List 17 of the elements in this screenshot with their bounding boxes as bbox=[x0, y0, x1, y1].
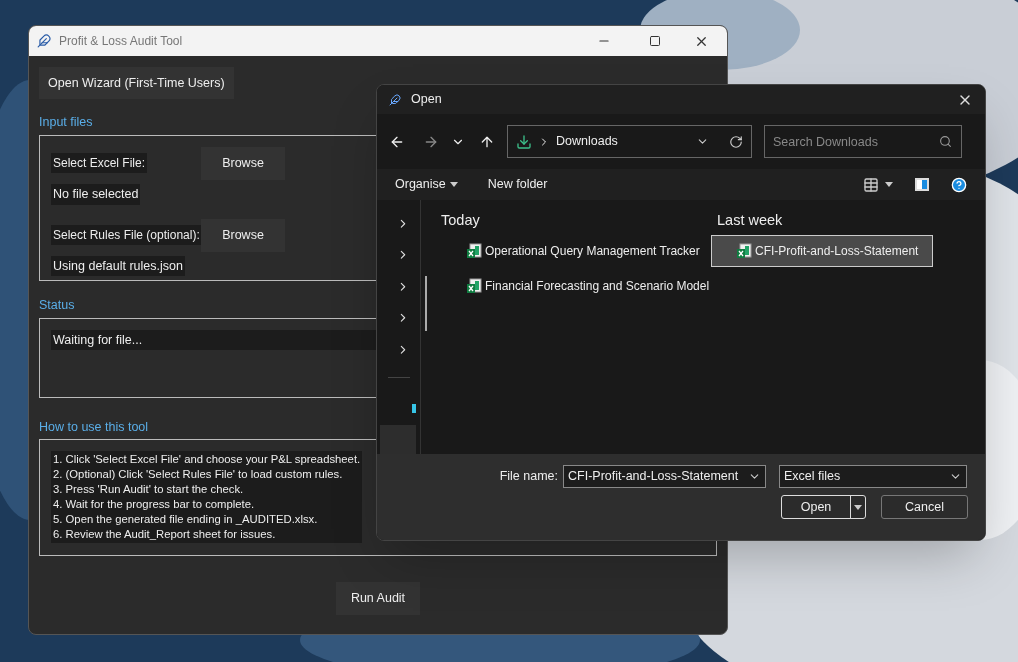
instructions-text: 1. Click 'Select Excel File' and choose your P&L spreadsheet. 2. (Optional) Click 'Select Rules File' to load custom rules. 3. Press 'Run Audit' to start the check. 4. Wait for the progress bar to complete. 5. Open the generated file ending in _AUDITED.xlsx. 6. Review the Audit_Report sheet for issues. bbox=[51, 451, 363, 544]
field-label: Select Excel File: bbox=[51, 153, 148, 174]
file-name: Financial Forecasting and Scenario Model bbox=[485, 277, 710, 295]
section-label: How to use this tool bbox=[39, 418, 150, 436]
file-name: CFI-Profit-and-Loss-Statement bbox=[755, 242, 919, 260]
section-label: Status bbox=[39, 296, 76, 314]
file-status: No file selected bbox=[51, 183, 141, 205]
group-heading: Last week bbox=[717, 211, 784, 230]
file-status: Using default rules.json bbox=[51, 255, 185, 277]
section-label: Input files bbox=[39, 114, 94, 131]
file-name: Operational Query Management Tracker bbox=[485, 242, 700, 260]
file-name-label: File name: bbox=[499, 468, 558, 486]
location-text: Downloads bbox=[556, 133, 618, 151]
window-title: Profit & Loss Audit Tool bbox=[59, 33, 183, 50]
group-heading: Today bbox=[441, 211, 481, 230]
dialog-title: Open bbox=[411, 91, 442, 109]
field-label: Select Rules File (optional): bbox=[51, 225, 202, 245]
